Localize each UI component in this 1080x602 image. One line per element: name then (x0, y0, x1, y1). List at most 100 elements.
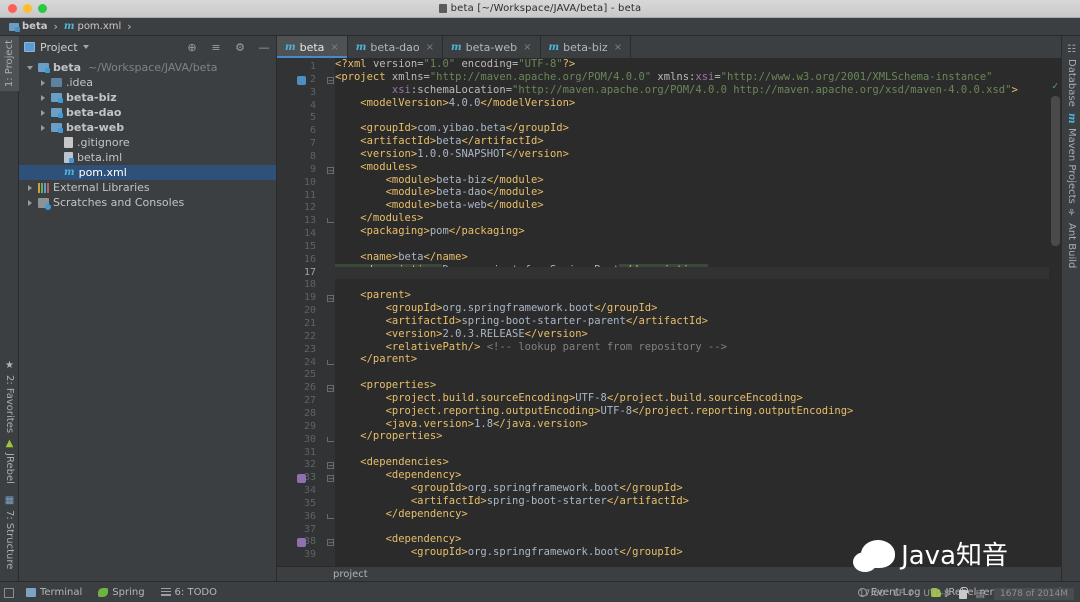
code-line[interactable]: <project xmlns="http://maven.apache.org/… (335, 71, 1049, 84)
editor-tab-beta[interactable]: m beta × (277, 36, 348, 58)
code-line[interactable]: <packaging>pom</packaging> (335, 225, 1049, 238)
editor-breadcrumb[interactable]: project (277, 566, 1061, 581)
code-line[interactable]: <groupId>org.springframework.boot</group… (335, 302, 1049, 315)
code-line[interactable]: </parent> (335, 353, 1049, 366)
tree-item-beta-biz[interactable]: beta-biz (19, 90, 276, 105)
code-line[interactable]: <java.version>1.8</java.version> (335, 418, 1049, 431)
code-line[interactable]: <relativePath/> <!-- lookup parent from … (335, 341, 1049, 354)
editor-scrollbar-thumb[interactable] (1051, 96, 1060, 246)
code-line[interactable]: <groupId>com.yibao.beta</groupId> (335, 122, 1049, 135)
code-line[interactable]: <project.build.sourceEncoding>UTF-8</pro… (335, 392, 1049, 405)
close-icon[interactable]: × (614, 42, 622, 53)
close-icon[interactable]: × (426, 42, 434, 53)
fold-end-icon[interactable] (327, 436, 334, 442)
code-line[interactable]: </modules> (335, 212, 1049, 225)
tree-item-scratches-and-consoles[interactable]: Scratches and Consoles (19, 195, 276, 210)
code-line[interactable]: <artifactId>spring-boot-starter</artifac… (335, 495, 1049, 508)
breadcrumb-beta[interactable]: beta (6, 21, 50, 32)
editor-fold-column[interactable] (323, 58, 335, 566)
code-line[interactable]: <dependencies> (335, 456, 1049, 469)
sidebar-item-ant[interactable]: ⚘ Ant Build (1062, 204, 1080, 272)
file-encoding[interactable]: UTF-8 (923, 589, 949, 599)
tree-item-beta-iml[interactable]: beta.iml (19, 150, 276, 165)
editor-tab-beta-dao[interactable]: m beta-dao × (348, 36, 444, 58)
code-line[interactable]: <dependency> (335, 533, 1049, 546)
toggle-tool-windows-button[interactable] (4, 588, 14, 598)
fold-end-icon[interactable] (327, 218, 334, 224)
editor-text[interactable]: <?xml version="1.0" encoding="UTF-8"?> <p… (335, 58, 1049, 566)
code-line[interactable] (335, 109, 1049, 122)
dependency-gutter-icon[interactable] (297, 474, 306, 484)
sidebar-item-project[interactable]: 1: Project (0, 36, 19, 92)
code-line[interactable] (335, 238, 1049, 251)
fold-collapse-icon[interactable]: − (327, 475, 334, 483)
code-line[interactable]: <groupId>org.springframework.boot</group… (335, 546, 1049, 559)
fold-end-icon[interactable] (327, 513, 334, 519)
code-line[interactable]: <artifactId>beta</artifactId> (335, 135, 1049, 148)
code-line[interactable]: <project.reporting.outputEncoding>UTF-8<… (335, 405, 1049, 418)
tree-item-external-libraries[interactable]: External Libraries (19, 180, 276, 195)
line-separator[interactable]: LF ↕ (894, 589, 915, 599)
sidebar-item-maven[interactable]: m Maven Projects (1062, 109, 1080, 207)
code-line[interactable]: xsi:schemaLocation="http://maven.apache.… (335, 84, 1049, 97)
tree-item-beta-web[interactable]: beta-web (19, 120, 276, 135)
sidebar-item-database[interactable]: ☷ Database (1062, 40, 1080, 111)
code-line[interactable]: </properties> (335, 430, 1049, 443)
sidebar-item-favorites[interactable]: ★ 2: Favorites (0, 356, 19, 437)
code-line[interactable]: <version>1.0.0-SNAPSHOT</version> (335, 148, 1049, 161)
code-line[interactable]: <modelVersion>4.0.0</modelVersion> (335, 97, 1049, 110)
chevron-right-icon[interactable] (38, 94, 47, 101)
editor-gutter[interactable]: 1 2 3 4 5 6 7 8 9 10 11 12 13 14 15 16 17 18 19 20 21 22 23 24 2… (277, 58, 323, 566)
tree-item-beta-dao[interactable]: beta-dao (19, 105, 276, 120)
caret-position[interactable]: 17:60 (859, 589, 885, 599)
status-todo[interactable]: 6: TODO (160, 587, 217, 598)
code-line[interactable]: <artifactId>spring-boot-starter-parent</… (335, 315, 1049, 328)
vcs-icon[interactable]: ▤ (976, 589, 985, 600)
code-line[interactable]: <modules> (335, 161, 1049, 174)
fold-end-icon[interactable] (327, 359, 334, 365)
fold-collapse-icon[interactable]: − (327, 539, 334, 547)
code-line[interactable]: <module>beta-dao</module> (335, 186, 1049, 199)
fold-collapse-icon[interactable]: − (327, 295, 334, 303)
fold-collapse-icon[interactable]: − (327, 462, 334, 470)
tree-item-pom-xml[interactable]: m pom.xml (19, 165, 276, 180)
dependency-gutter-icon[interactable] (297, 538, 306, 548)
memory-indicator[interactable]: 1678 of 2014M (994, 588, 1074, 600)
code-line[interactable]: <parent> (335, 289, 1049, 302)
code-line[interactable]: <groupId>org.springframework.boot</group… (335, 482, 1049, 495)
tree-item-beta[interactable]: beta ~/Workspace/JAVA/beta (19, 60, 276, 75)
fold-collapse-icon[interactable]: − (327, 76, 334, 84)
tree-item-gitignore[interactable]: .gitignore (19, 135, 276, 150)
hide-icon[interactable]: — (257, 40, 271, 54)
code-line[interactable]: <?xml version="1.0" encoding="UTF-8"?> (335, 58, 1049, 71)
chevron-right-icon[interactable] (25, 184, 34, 191)
status-terminal[interactable]: Terminal (26, 587, 82, 598)
editor-marker-strip[interactable]: ✓ (1049, 80, 1061, 551)
code-line[interactable]: <module>beta-biz</module> (335, 174, 1049, 187)
sidebar-item-structure[interactable]: ▦ 7: Structure (0, 491, 19, 573)
code-line[interactable]: <properties> (335, 379, 1049, 392)
collapse-all-icon[interactable]: ≡ (209, 40, 223, 54)
chevron-right-icon[interactable] (25, 199, 34, 206)
code-line[interactable] (335, 366, 1049, 379)
code-line[interactable] (335, 520, 1049, 533)
code-line[interactable]: <dependency> (335, 469, 1049, 482)
code-line[interactable]: <name>beta</name> (335, 251, 1049, 264)
editor-tab-beta-biz[interactable]: m beta-biz × (541, 36, 632, 58)
gear-icon[interactable]: ⚙ (233, 40, 247, 54)
project-panel-title[interactable]: Project (24, 41, 89, 54)
code-line[interactable]: </dependency> (335, 508, 1049, 521)
fold-collapse-icon[interactable]: − (327, 385, 334, 393)
chevron-down-icon[interactable] (25, 65, 34, 70)
code-editor[interactable]: 1 2 3 4 5 6 7 8 9 10 11 12 13 14 15 16 17 18 19 20 21 22 23 24 2… (277, 58, 1061, 566)
close-icon[interactable]: × (330, 42, 338, 53)
status-spring[interactable]: Spring (98, 587, 145, 598)
sidebar-item-jrebel[interactable]: ▲ JRebel (0, 434, 19, 488)
breadcrumb-pom[interactable]: m pom.xml (61, 21, 124, 32)
fold-collapse-icon[interactable]: − (327, 166, 334, 174)
code-line[interactable] (335, 443, 1049, 456)
code-line[interactable]: <module>beta-web</module> (335, 199, 1049, 212)
chevron-right-icon[interactable] (38, 124, 47, 131)
maven-gutter-icon[interactable] (297, 75, 306, 85)
code-line[interactable]: <version>2.0.3.RELEASE</version> (335, 328, 1049, 341)
